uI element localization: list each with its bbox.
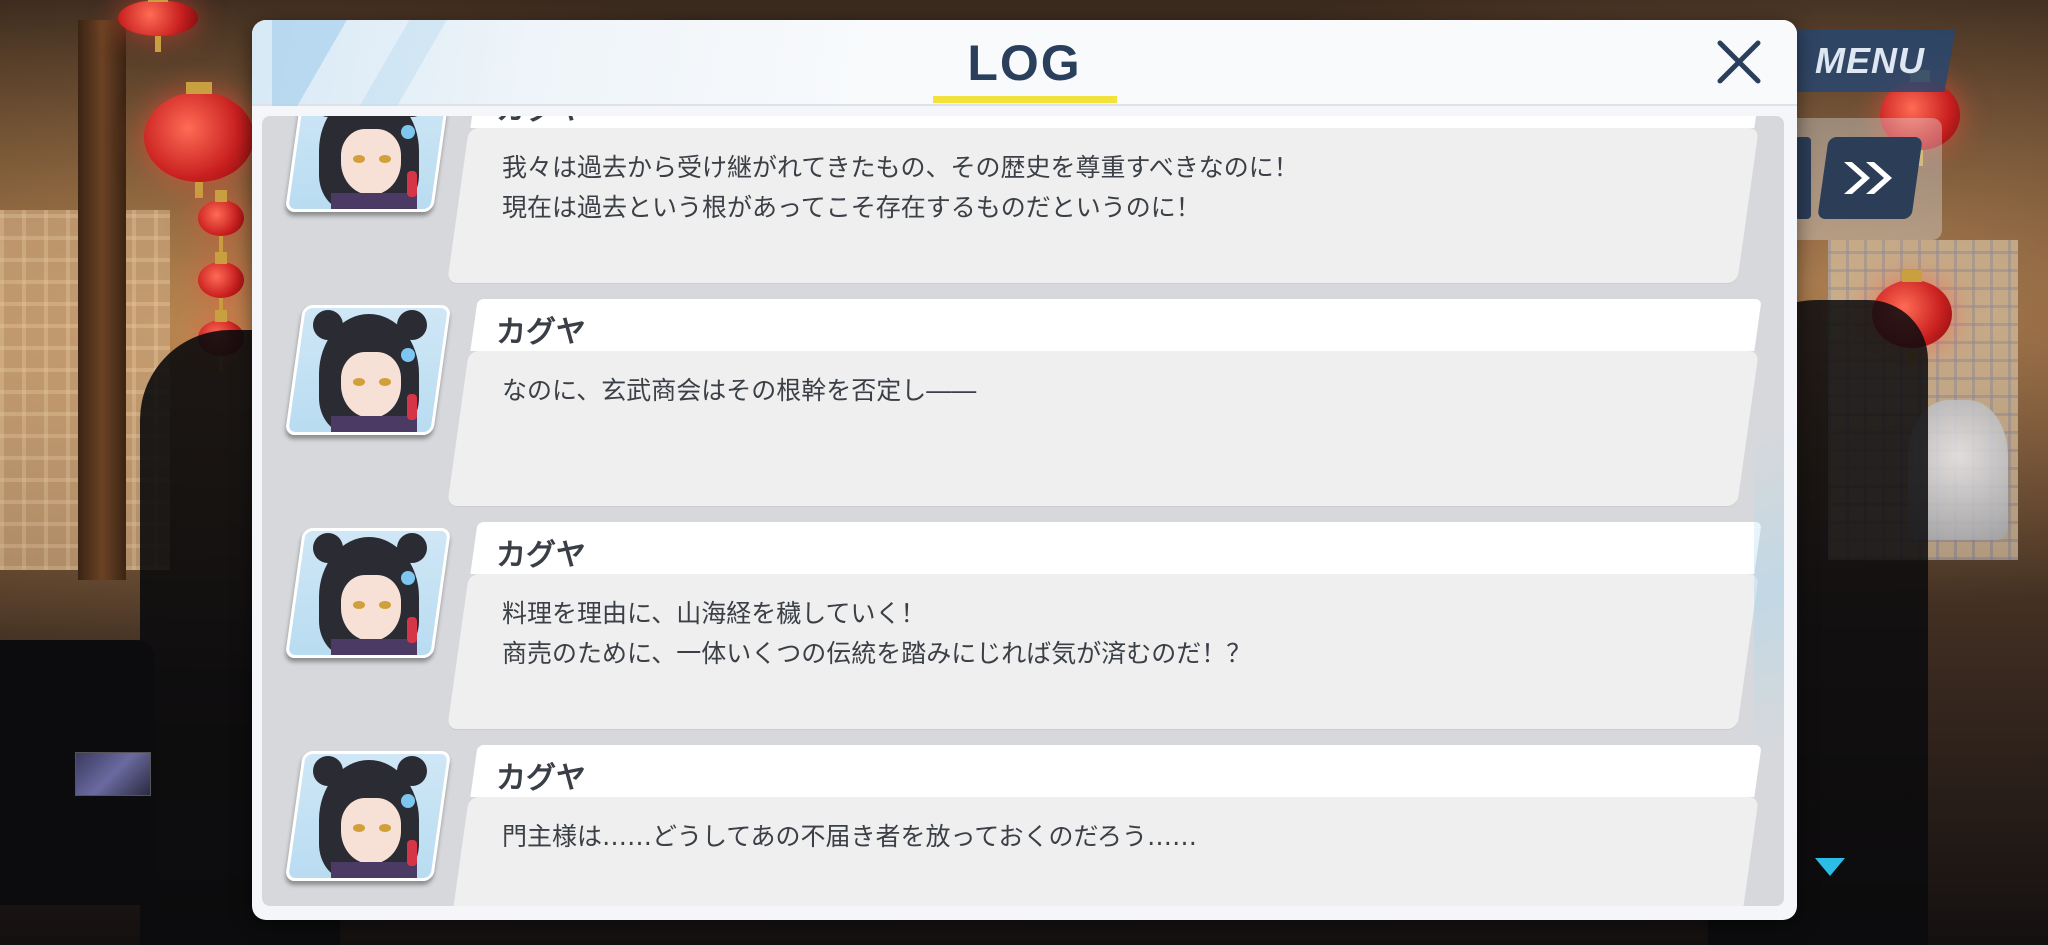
speaker-avatar <box>284 305 452 435</box>
log-dialog: LOG カグヤ 我々は過去から受け継がれてきたもの、その歴史を尊重すべきなのに！… <box>252 20 1797 920</box>
message-text: 我々は過去から受け継がれてきたもの、その歴史を尊重すべきなのに！ 現在は過去とい… <box>502 153 1299 222</box>
log-entry: カグヤ 我々は過去から受け継がれてきたもの、その歴史を尊重すべきなのに！ 現在は… <box>262 116 1784 286</box>
log-title: LOG <box>967 35 1082 91</box>
lantern <box>198 190 244 252</box>
minimap-thumbnail[interactable] <box>75 752 151 796</box>
menu-label: MENU <box>1815 40 1925 81</box>
fast-forward-icon <box>1844 162 1892 194</box>
auto-button[interactable] <box>1795 137 1811 219</box>
name-bar <box>470 745 1762 797</box>
message-text: なのに、玄武商会はその根幹を否定し―― <box>502 376 977 405</box>
lantern <box>118 0 198 52</box>
message-text: 料理を理由に、山海経を穢していく！ 商売のために、一体いくつの伝統を踏みにじれば… <box>502 599 1252 668</box>
log-header: LOG <box>252 20 1797 106</box>
title-underline <box>933 96 1117 103</box>
name-bar <box>470 522 1762 574</box>
name-bar <box>470 116 1762 128</box>
triangle-down-icon <box>1815 858 1845 876</box>
name-bar <box>470 299 1762 351</box>
pillar <box>78 20 126 580</box>
log-list[interactable]: カグヤ 我々は過去から受け継がれてきたもの、その歴史を尊重すべきなのに！ 現在は… <box>262 116 1784 906</box>
menu-button[interactable]: MENU <box>1784 30 1956 92</box>
fast-forward-button[interactable] <box>1817 137 1923 219</box>
speaker-name: カグヤ <box>496 761 586 796</box>
message-text: 門主様は……どうしてあの不届き者を放っておくのだろう…… <box>502 822 1198 851</box>
lantern <box>144 82 254 198</box>
speaker-avatar <box>284 528 452 658</box>
close-icon <box>1717 40 1761 84</box>
log-entry: カグヤ 料理を理由に、山海経を穢していく！ 商売のために、一体いくつの伝統を踏み… <box>262 522 1784 732</box>
log-entry: カグヤ なのに、玄武商会はその根幹を否定し―― <box>262 299 1784 509</box>
speaker-name: カグヤ <box>496 116 586 128</box>
speaker-avatar <box>284 751 452 881</box>
speaker-name: カグヤ <box>496 315 586 350</box>
speaker-avatar <box>284 116 452 212</box>
close-button[interactable] <box>1709 32 1769 92</box>
speaker-name: カグヤ <box>496 538 586 573</box>
log-entry: カグヤ 門主様は……どうしてあの不届き者を放っておくのだろう…… <box>262 745 1784 906</box>
lantern <box>198 252 244 314</box>
